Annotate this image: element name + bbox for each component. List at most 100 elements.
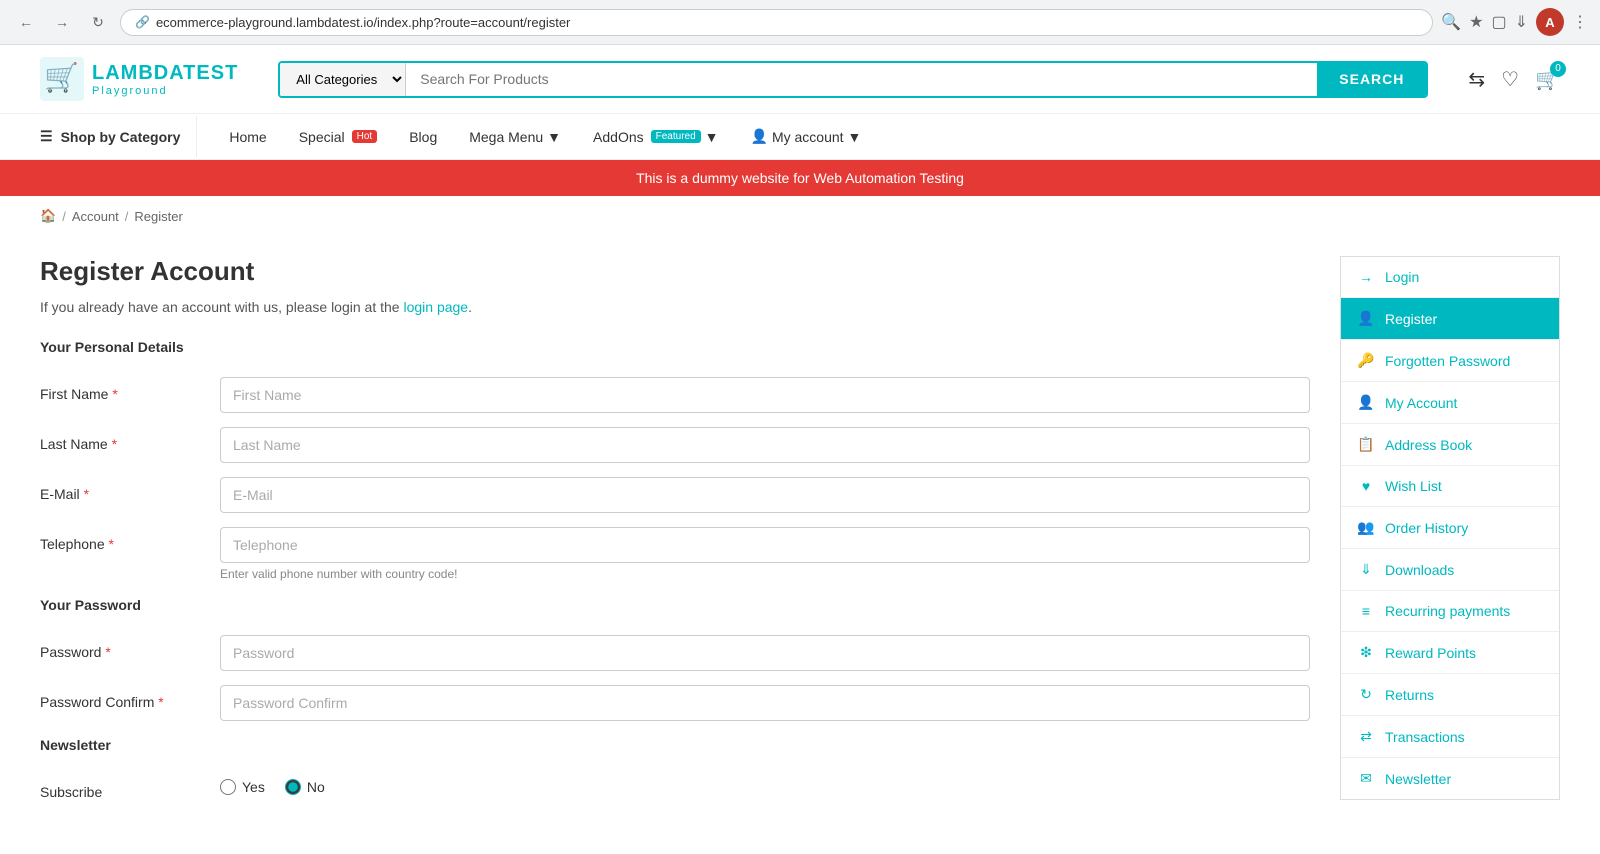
telephone-hint: Enter valid phone number with country co… [220,567,1310,581]
nav-addons-label: AddOns [593,129,644,145]
nav-addons[interactable]: AddOns Featured ▼ [577,115,734,159]
subscribe-yes-label[interactable]: Yes [220,779,265,795]
search-browser-btn[interactable]: 🔍 [1441,12,1461,32]
cast-btn[interactable]: ▢ [1491,12,1506,32]
logo-name: LAMBDATEST [92,62,238,85]
download-btn[interactable]: ⇓ [1515,12,1528,32]
my-account-chevron-icon: ▼ [848,129,862,145]
subscribe-group: Subscribe Yes No [40,775,1310,800]
bookmark-btn[interactable]: ★ [1469,12,1483,32]
login-page-link[interactable]: login page [403,299,468,315]
sidebar-item-wish-list[interactable]: ♥ Wish List [1341,466,1559,507]
sidebar-reward-points-label: Reward Points [1385,645,1476,661]
nav-special-label: Special [299,129,345,145]
user-avatar[interactable]: A [1536,8,1564,36]
site-header: 🛒 LAMBDATEST Playground All Categories S… [0,45,1600,114]
password-section-title: Your Password [40,597,1310,619]
subscribe-yes-radio[interactable] [220,779,236,795]
email-input[interactable] [220,477,1310,513]
first-name-input[interactable] [220,377,1310,413]
forward-button[interactable]: → [48,8,76,36]
newsletter-icon: ✉ [1357,770,1375,787]
logo-text: LAMBDATEST Playground [92,62,238,97]
required-marker: * [158,694,163,710]
order-history-icon: 👥 [1357,519,1375,536]
nav-mega-menu[interactable]: Mega Menu ▼ [453,115,577,159]
password-confirm-input[interactable] [220,685,1310,721]
special-badge: Hot [352,130,378,143]
breadcrumb-register: Register [134,209,182,224]
wish-list-icon: ♥ [1357,478,1375,494]
sidebar-item-returns[interactable]: ↻ Returns [1341,674,1559,716]
sidebar-item-order-history[interactable]: 👥 Order History [1341,507,1559,549]
url-text: ecommerce-playground.lambdatest.io/index… [156,15,1418,30]
sidebar-item-downloads[interactable]: ⇓ Downloads [1341,549,1559,591]
nav-my-account[interactable]: 👤 My account ▼ [735,114,878,159]
category-select[interactable]: All Categories [280,63,406,96]
shop-by-category-btn[interactable]: ☰ Shop by Category [40,116,197,157]
breadcrumb-account[interactable]: Account [72,209,119,224]
no-text: No [307,779,325,795]
sidebar-item-transactions[interactable]: ⇄ Transactions [1341,716,1559,758]
sidebar-item-login[interactable]: → Login [1341,257,1559,298]
subscribe-radio-group: Yes No [220,775,325,795]
email-label: E-Mail * [40,477,220,502]
featured-badge: Featured [651,130,701,143]
address-bar[interactable]: 🔗 ecommerce-playground.lambdatest.io/ind… [120,9,1433,36]
sidebar-returns-label: Returns [1385,687,1434,703]
menu-btn[interactable]: ⋮ [1572,12,1588,32]
sidebar-item-recurring-payments[interactable]: ≡ Recurring payments [1341,591,1559,632]
last-name-group: Last Name * [40,427,1310,463]
my-account-icon: 👤 [1357,394,1375,411]
logo-icon: 🛒 [40,57,84,101]
nav-home[interactable]: Home [213,115,282,159]
address-book-icon: 📋 [1357,436,1375,453]
subscribe-no-label[interactable]: No [285,779,325,795]
login-icon: → [1357,269,1375,285]
password-input[interactable] [220,635,1310,671]
telephone-input-wrapper: Enter valid phone number with country co… [220,527,1310,581]
search-button[interactable]: SEARCH [1317,63,1426,96]
sidebar-item-my-account[interactable]: 👤 My Account [1341,382,1559,424]
nav-home-label: Home [229,129,266,145]
sidebar-item-newsletter[interactable]: ✉ Newsletter [1341,758,1559,799]
telephone-label: Telephone * [40,527,220,552]
last-name-input[interactable] [220,427,1310,463]
back-button[interactable]: ← [12,8,40,36]
search-input[interactable] [406,63,1317,96]
category-btn-label: Shop by Category [61,129,181,145]
page-title: Register Account [40,256,1310,287]
sidebar-item-register[interactable]: 👤 Register [1341,298,1559,340]
returns-icon: ↻ [1357,686,1375,703]
nav-mega-menu-label: Mega Menu [469,129,543,145]
sidebar-order-history-label: Order History [1385,520,1468,536]
browser-actions: 🔍 ★ ▢ ⇓ A ⋮ [1441,8,1588,36]
sidebar-my-account-label: My Account [1385,395,1457,411]
downloads-icon: ⇓ [1357,561,1375,578]
password-group: Password * [40,635,1310,671]
svg-text:🛒: 🛒 [44,61,79,94]
nav-special[interactable]: Special Hot [283,115,393,159]
sidebar-item-reward-points[interactable]: ❇ Reward Points [1341,632,1559,674]
chevron-down-icon: ▼ [547,129,561,145]
wishlist-btn[interactable]: ♡ [1501,67,1519,92]
telephone-input[interactable] [220,527,1310,563]
cart-btn[interactable]: 🛒 0 [1535,67,1560,92]
breadcrumb-sep-2: / [125,209,129,224]
telephone-group: Telephone * Enter valid phone number wit… [40,527,1310,581]
last-name-label: Last Name * [40,427,220,452]
newsletter-section-title: Newsletter [40,737,1310,759]
login-prompt-text: If you already have an account with us, … [40,299,400,315]
exchange-icon-btn[interactable]: ⇆ [1468,67,1485,92]
logo[interactable]: 🛒 LAMBDATEST Playground [40,57,238,101]
logo-sub: Playground [92,85,238,97]
nav-blog[interactable]: Blog [393,115,453,159]
sidebar-item-forgotten-password[interactable]: 🔑 Forgotten Password [1341,340,1559,382]
sidebar-recurring-payments-label: Recurring payments [1385,603,1510,619]
breadcrumb-home[interactable]: 🏠 [40,208,56,224]
cart-badge: 0 [1550,61,1566,77]
sidebar-item-address-book[interactable]: 📋 Address Book [1341,424,1559,466]
subscribe-no-radio[interactable] [285,779,301,795]
first-name-label: First Name * [40,377,220,402]
reload-button[interactable]: ↻ [84,8,112,36]
